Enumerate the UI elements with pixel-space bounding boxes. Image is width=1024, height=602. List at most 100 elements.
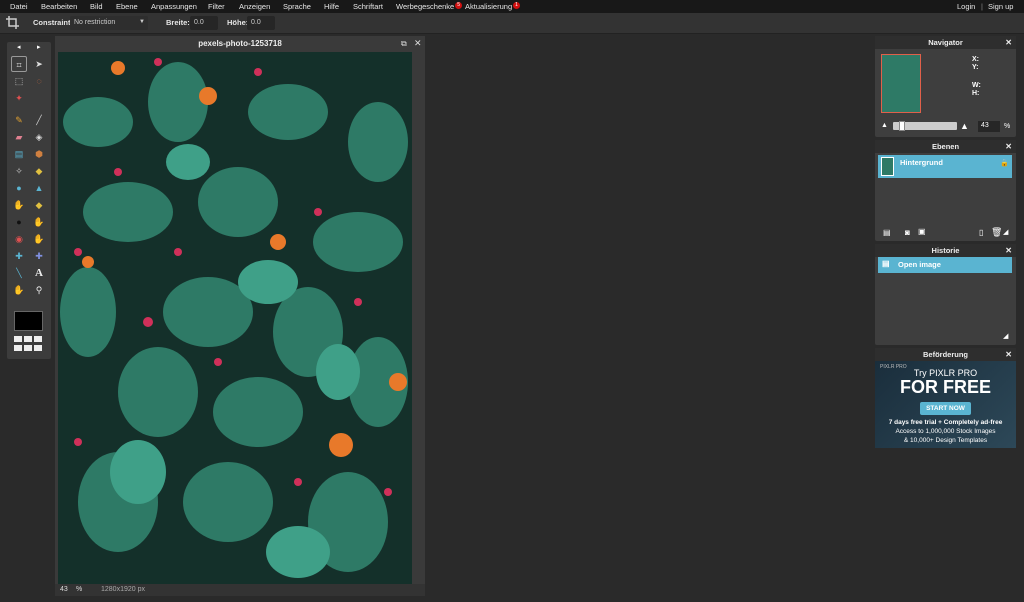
image-title: pexels-photo-1253718 bbox=[198, 39, 282, 48]
text-tool[interactable]: A bbox=[31, 265, 47, 281]
stamp-tool[interactable]: ⬢ bbox=[31, 146, 47, 162]
lock-icon: 🔒 bbox=[1000, 160, 1009, 167]
close-icon[interactable]: ✕ bbox=[414, 38, 422, 49]
menu-werbegeschenke[interactable]: Werbegeschenke 5 bbox=[396, 2, 463, 11]
chevron-left-icon[interactable]: ◂ bbox=[17, 43, 21, 51]
resize-icon[interactable]: ◢ bbox=[1003, 332, 1008, 340]
bucket-tool[interactable]: ◈ bbox=[31, 129, 47, 145]
sponge-tool[interactable]: ◆ bbox=[31, 197, 47, 213]
close-icon[interactable]: ✕ bbox=[1005, 244, 1012, 257]
grid-icon[interactable] bbox=[14, 336, 44, 353]
menu-datei[interactable]: Datei bbox=[10, 2, 28, 11]
height-input[interactable]: 0.0 bbox=[247, 16, 275, 30]
start-now-button[interactable]: START NOW bbox=[920, 402, 971, 415]
move-tool[interactable]: ➤ bbox=[31, 56, 47, 72]
cactus-photo[interactable] bbox=[58, 52, 412, 584]
picker-tool[interactable]: ✧ bbox=[11, 163, 27, 179]
drop-tool[interactable]: ● bbox=[11, 180, 27, 196]
image-window: pexels-photo-1253718 ⧉ ✕ 43 % 1280x1920 … bbox=[55, 36, 425, 596]
pinch-tool[interactable]: ✚ bbox=[31, 248, 47, 264]
zoom-in-icon[interactable]: ▲ bbox=[960, 121, 969, 131]
resize-icon[interactable]: ◢ bbox=[1003, 228, 1008, 236]
zoom-out-icon[interactable]: ▲ bbox=[881, 122, 888, 129]
constraint-select[interactable]: No restriction ▼ bbox=[70, 16, 148, 30]
menu-bild[interactable]: Bild bbox=[90, 2, 103, 11]
promo-banner[interactable]: PIXLR PRO Try PIXLR PRO FOR FREE START N… bbox=[875, 361, 1016, 448]
shape-tool[interactable]: ◆ bbox=[31, 163, 47, 179]
signup-link[interactable]: Sign up bbox=[988, 2, 1013, 11]
image-dimensions: 1280x1920 px bbox=[101, 586, 145, 593]
layer-name: Hintergrund bbox=[900, 158, 943, 167]
pencil-tool[interactable]: ✎ bbox=[11, 112, 27, 128]
close-icon[interactable]: ✕ bbox=[1005, 36, 1012, 49]
menu-anpassungen[interactable]: Anpassungen bbox=[151, 2, 197, 11]
zoom-value[interactable]: 43 bbox=[60, 586, 68, 593]
layer-style-icon[interactable]: ▣ bbox=[918, 227, 926, 236]
trash-icon[interactable]: 🗑 bbox=[991, 227, 1002, 238]
navigator-x-label: X: bbox=[972, 56, 979, 63]
layers-panel: Ebenen ✕ Hintergrund 🔒 ▤ ◙ ▣ ▯ 🗑 ◢ bbox=[875, 140, 1016, 241]
aktualisierung-badge: 1 bbox=[513, 2, 520, 9]
menu-hilfe[interactable]: Hilfe bbox=[324, 2, 339, 11]
menu-aktualisierung[interactable]: Aktualisierung 1 bbox=[465, 2, 520, 11]
layers-title: Ebenen bbox=[931, 142, 960, 151]
dodge-tool[interactable]: ● bbox=[11, 214, 27, 230]
layer-thumbnail bbox=[881, 157, 894, 176]
new-layer-icon[interactable]: ▯ bbox=[979, 228, 983, 237]
menu-anzeigen[interactable]: Anzeigen bbox=[239, 2, 270, 11]
close-icon[interactable]: ✕ bbox=[1005, 348, 1012, 361]
zoom-unit: % bbox=[76, 586, 83, 593]
menu-ebene[interactable]: Ebene bbox=[116, 2, 138, 11]
navigator-thumbnail[interactable] bbox=[881, 54, 921, 113]
layer-row[interactable]: Hintergrund 🔒 bbox=[878, 155, 1012, 178]
menu-filter[interactable]: Filter bbox=[208, 2, 225, 11]
menu-sprache[interactable]: Sprache bbox=[283, 2, 311, 11]
chevron-right-icon[interactable]: ▸ bbox=[37, 43, 41, 51]
sharpen-tool[interactable]: ▲ bbox=[31, 180, 47, 196]
navigator-y-label: Y: bbox=[972, 64, 979, 71]
marquee-tool[interactable]: ⬚ bbox=[11, 73, 27, 89]
brush-tool[interactable]: ╱ bbox=[31, 112, 47, 128]
login-link[interactable]: Login bbox=[957, 2, 975, 11]
bloat-tool[interactable]: ✚ bbox=[11, 248, 27, 264]
history-title: Historie bbox=[931, 246, 960, 255]
history-row[interactable]: ▤ Open image bbox=[878, 257, 1012, 273]
eraser-tool[interactable]: ▰ bbox=[11, 129, 27, 145]
maximize-icon[interactable]: ⧉ bbox=[401, 39, 407, 49]
navigator-title: Navigator bbox=[928, 38, 963, 47]
close-icon[interactable]: ✕ bbox=[1005, 140, 1012, 153]
crop-icon bbox=[6, 16, 19, 31]
foreground-color-swatch[interactable] bbox=[14, 311, 43, 331]
navigator-h-label: H: bbox=[972, 90, 980, 97]
promo-line2: FOR FREE bbox=[899, 377, 991, 397]
crop-tool[interactable]: ⌗ bbox=[11, 56, 27, 72]
tools-panel: ◂ ▸ ⌗ ➤ ⬚ ◌ ✦ ✎ ╱ ▰ ◈ ▤ ⬢ ✧ ◆ ● ▲ ✋ ◆ ● … bbox=[7, 42, 51, 359]
layer-settings-icon[interactable]: ▤ bbox=[883, 228, 891, 237]
hand-tool[interactable]: ✋ bbox=[11, 282, 27, 298]
promo-line4: Access to 1,000,000 Stock Images bbox=[895, 428, 996, 435]
zoom-slider[interactable] bbox=[893, 121, 957, 131]
zoom-slider-handle[interactable] bbox=[898, 121, 905, 131]
lasso-tool[interactable]: ◌ bbox=[31, 73, 47, 89]
zoom-tool[interactable]: ⚲ bbox=[31, 282, 47, 298]
redeye-tool[interactable]: ◉ bbox=[11, 231, 27, 247]
werbegeschenke-label: Werbegeschenke bbox=[396, 2, 455, 11]
navigator-header: Navigator ✕ bbox=[875, 36, 1016, 49]
menu-schriftart[interactable]: Schriftart bbox=[353, 2, 383, 11]
menu-bearbeiten[interactable]: Bearbeiten bbox=[41, 2, 77, 11]
menu-bar: Datei Bearbeiten Bild Ebene Anpassungen … bbox=[0, 0, 1024, 13]
color-replace-tool[interactable]: ╲ bbox=[11, 265, 27, 281]
gradient-tool[interactable]: ▤ bbox=[11, 146, 27, 162]
document-icon: ▤ bbox=[882, 259, 890, 268]
burn-tool[interactable]: ✋ bbox=[31, 214, 47, 230]
layer-mask-icon[interactable]: ◙ bbox=[905, 228, 910, 237]
navigator-zoom-unit: % bbox=[1004, 123, 1011, 130]
spot-heal-tool[interactable]: ✋ bbox=[31, 231, 47, 247]
width-input[interactable]: 0.0 bbox=[190, 16, 218, 30]
chevron-down-icon: ▼ bbox=[139, 19, 145, 25]
options-toolbar: Constraint: No restriction ▼ Breite: 0.0 … bbox=[0, 13, 1024, 34]
navigator-zoom-input[interactable]: 43 bbox=[978, 121, 1000, 132]
smudge-tool[interactable]: ✋ bbox=[11, 197, 27, 213]
wand-tool[interactable]: ✦ bbox=[11, 90, 27, 106]
history-panel: Historie ✕ ▤ Open image ◢ bbox=[875, 244, 1016, 345]
